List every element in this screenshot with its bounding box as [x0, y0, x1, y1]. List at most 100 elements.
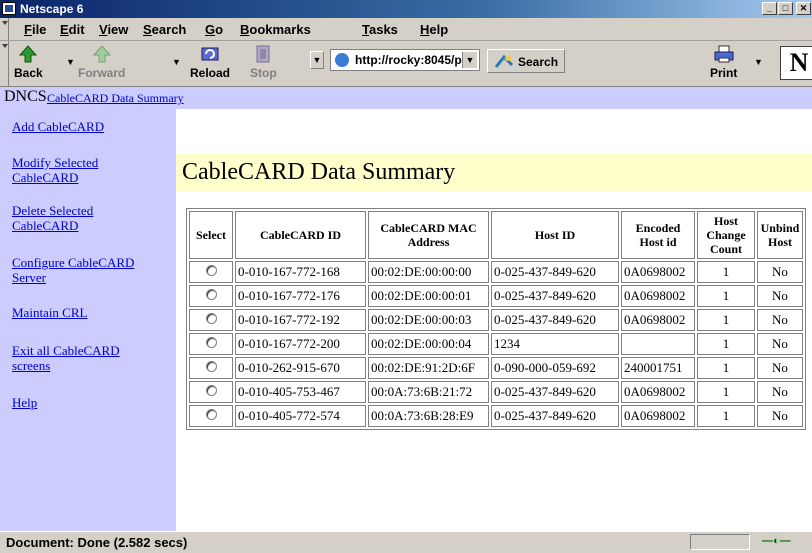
cell-host-id: 0-090-000-059-692	[491, 357, 619, 379]
col-header-unbind-host: Unbind Host	[757, 211, 803, 259]
cell-host-change-count: 1	[697, 333, 755, 355]
row-select-cell	[189, 285, 233, 307]
table-row: 0-010-167-772-192 00:02:DE:00:00:03 0-025-…	[189, 309, 803, 331]
print-button[interactable]: Print	[710, 44, 737, 80]
sidebar-add-cablecard[interactable]: Add CableCARD	[12, 119, 162, 134]
back-button[interactable]: Back	[14, 44, 43, 80]
cell-host-change-count: 1	[697, 381, 755, 403]
url-dropdown-icon[interactable]: ▼	[462, 52, 477, 68]
menu-go[interactable]: Go	[205, 22, 223, 37]
forward-dropdown-icon[interactable]: ▼	[172, 57, 181, 67]
row-select-cell	[189, 333, 233, 355]
sidebar-help[interactable]: Help	[12, 395, 162, 410]
page-title: CableCARD Data Summary	[182, 159, 456, 185]
cell-cablecard-id: 0-010-167-772-192	[235, 309, 366, 331]
reload-button[interactable]: Reload	[190, 44, 230, 80]
row-select-radio[interactable]	[205, 385, 217, 396]
cell-mac-address: 00:0A:73:6B:21:72	[368, 381, 489, 403]
cell-unbind-host: No	[757, 333, 803, 355]
col-header-host-id: Host ID	[491, 211, 619, 259]
table-row: 0-010-405-772-574 00:0A:73:6B:28:E9 0-025-…	[189, 405, 803, 427]
table-body: 0-010-167-772-168 00:02:DE:00:00:00 0-025-…	[189, 261, 803, 427]
stop-icon	[256, 45, 270, 63]
back-dropdown-icon[interactable]: ▼	[66, 57, 75, 67]
row-select-radio[interactable]	[205, 409, 217, 420]
search-icon	[494, 54, 514, 68]
row-select-radio[interactable]	[205, 337, 217, 348]
status-panel	[690, 534, 750, 550]
menubar-grip-icon[interactable]	[0, 18, 9, 40]
cell-mac-address: 00:02:DE:91:2D:6F	[368, 357, 489, 379]
row-select-radio[interactable]	[205, 313, 217, 324]
table-row: 0-010-262-915-670 00:02:DE:91:2D:6F 0-090-…	[189, 357, 803, 379]
minimize-button[interactable]: _	[762, 2, 777, 15]
sidebar-maintain-crl[interactable]: Maintain CRL	[12, 305, 162, 320]
toolbar-grip-icon[interactable]	[0, 41, 9, 86]
cell-unbind-host: No	[757, 261, 803, 283]
connection-status-icon[interactable]: —◐—	[762, 535, 810, 549]
close-button[interactable]: ✕	[796, 2, 811, 15]
table-row: 0-010-167-772-168 00:02:DE:00:00:00 0-025-…	[189, 261, 803, 283]
row-select-cell	[189, 381, 233, 403]
url-field[interactable]: http://rocky:8045/pod/podParentFr ▼	[330, 49, 480, 71]
cell-encoded-host-id: 240001751	[621, 357, 695, 379]
menu-file[interactable]: File	[24, 22, 46, 37]
cell-unbind-host: No	[757, 309, 803, 331]
cell-cablecard-id: 0-010-262-915-670	[235, 357, 366, 379]
menu-edit[interactable]: Edit	[60, 22, 85, 37]
cell-host-id: 0-025-437-849-620	[491, 261, 619, 283]
menu-tasks[interactable]: Tasks	[362, 22, 398, 37]
cell-host-id: 0-025-437-849-620	[491, 405, 619, 427]
page-content: DNCS CableCARD Data Summary Add CableCAR…	[0, 87, 812, 531]
table-row: 0-010-167-772-176 00:02:DE:00:00:01 0-025-…	[189, 285, 803, 307]
cell-cablecard-id: 0-010-167-772-200	[235, 333, 366, 355]
sidebar: Add CableCARD Modify Selected CableCARD …	[0, 109, 176, 531]
breadcrumb: DNCS CableCARD Data Summary	[0, 87, 812, 109]
sidebar-modify-selected-cablecard[interactable]: Modify Selected CableCARD	[12, 155, 112, 185]
row-select-radio[interactable]	[205, 361, 217, 372]
sidebar-exit-cablecard-screens[interactable]: Exit all CableCARD screens	[12, 343, 157, 373]
cell-host-id: 1234	[491, 333, 619, 355]
cell-mac-address: 00:02:DE:00:00:01	[368, 285, 489, 307]
cell-encoded-host-id: 0A0698002	[621, 309, 695, 331]
sidebar-configure-cablecard-server[interactable]: Configure CableCARD Server	[12, 255, 142, 285]
cell-encoded-host-id: 0A0698002	[621, 285, 695, 307]
cell-unbind-host: No	[757, 285, 803, 307]
row-select-cell	[189, 261, 233, 283]
row-select-radio[interactable]	[205, 265, 217, 276]
netscape-app-icon[interactable]	[2, 2, 16, 15]
netscape-logo[interactable]: N	[780, 46, 812, 80]
menu-view[interactable]: View	[99, 22, 128, 37]
menu-search[interactable]: Search	[143, 22, 186, 37]
history-dropdown-button[interactable]: ▼	[310, 51, 324, 69]
breadcrumb-link[interactable]: CableCARD Data Summary	[47, 91, 184, 106]
col-header-select: Select	[189, 211, 233, 259]
breadcrumb-app-name: DNCS	[4, 88, 47, 105]
maximize-button[interactable]: □	[778, 2, 793, 15]
cell-encoded-host-id	[621, 333, 695, 355]
cell-host-change-count: 1	[697, 357, 755, 379]
menu-help[interactable]: Help	[420, 22, 448, 37]
cell-mac-address: 00:02:DE:00:00:03	[368, 309, 489, 331]
cell-host-change-count: 1	[697, 405, 755, 427]
row-select-radio[interactable]	[205, 289, 217, 300]
col-header-mac-address: CableCARD MAC Address	[368, 211, 489, 259]
cell-host-change-count: 1	[697, 285, 755, 307]
cell-encoded-host-id: 0A0698002	[621, 381, 695, 403]
cell-unbind-host: No	[757, 381, 803, 403]
print-dropdown-icon[interactable]: ▼	[754, 57, 763, 67]
forward-button[interactable]: Forward	[78, 44, 125, 80]
row-select-cell	[189, 357, 233, 379]
cell-mac-address: 00:02:DE:00:00:00	[368, 261, 489, 283]
sidebar-delete-selected-cablecard[interactable]: Delete Selected CableCARD	[12, 203, 112, 233]
cell-host-change-count: 1	[697, 309, 755, 331]
cell-cablecard-id: 0-010-405-753-467	[235, 381, 366, 403]
menu-bookmarks[interactable]: Bookmarks	[240, 22, 311, 37]
search-button[interactable]: Search	[487, 49, 565, 73]
navigation-toolbar: Back ▼ Forward ▼ Reload Stop ▼ http://ro…	[0, 41, 812, 87]
cell-host-id: 0-025-437-849-620	[491, 381, 619, 403]
stop-button[interactable]: Stop	[250, 44, 277, 80]
forward-arrow-icon	[92, 45, 111, 63]
title-bar: Netscape 6 _ □ ✕	[0, 0, 812, 18]
printer-icon	[714, 45, 734, 63]
